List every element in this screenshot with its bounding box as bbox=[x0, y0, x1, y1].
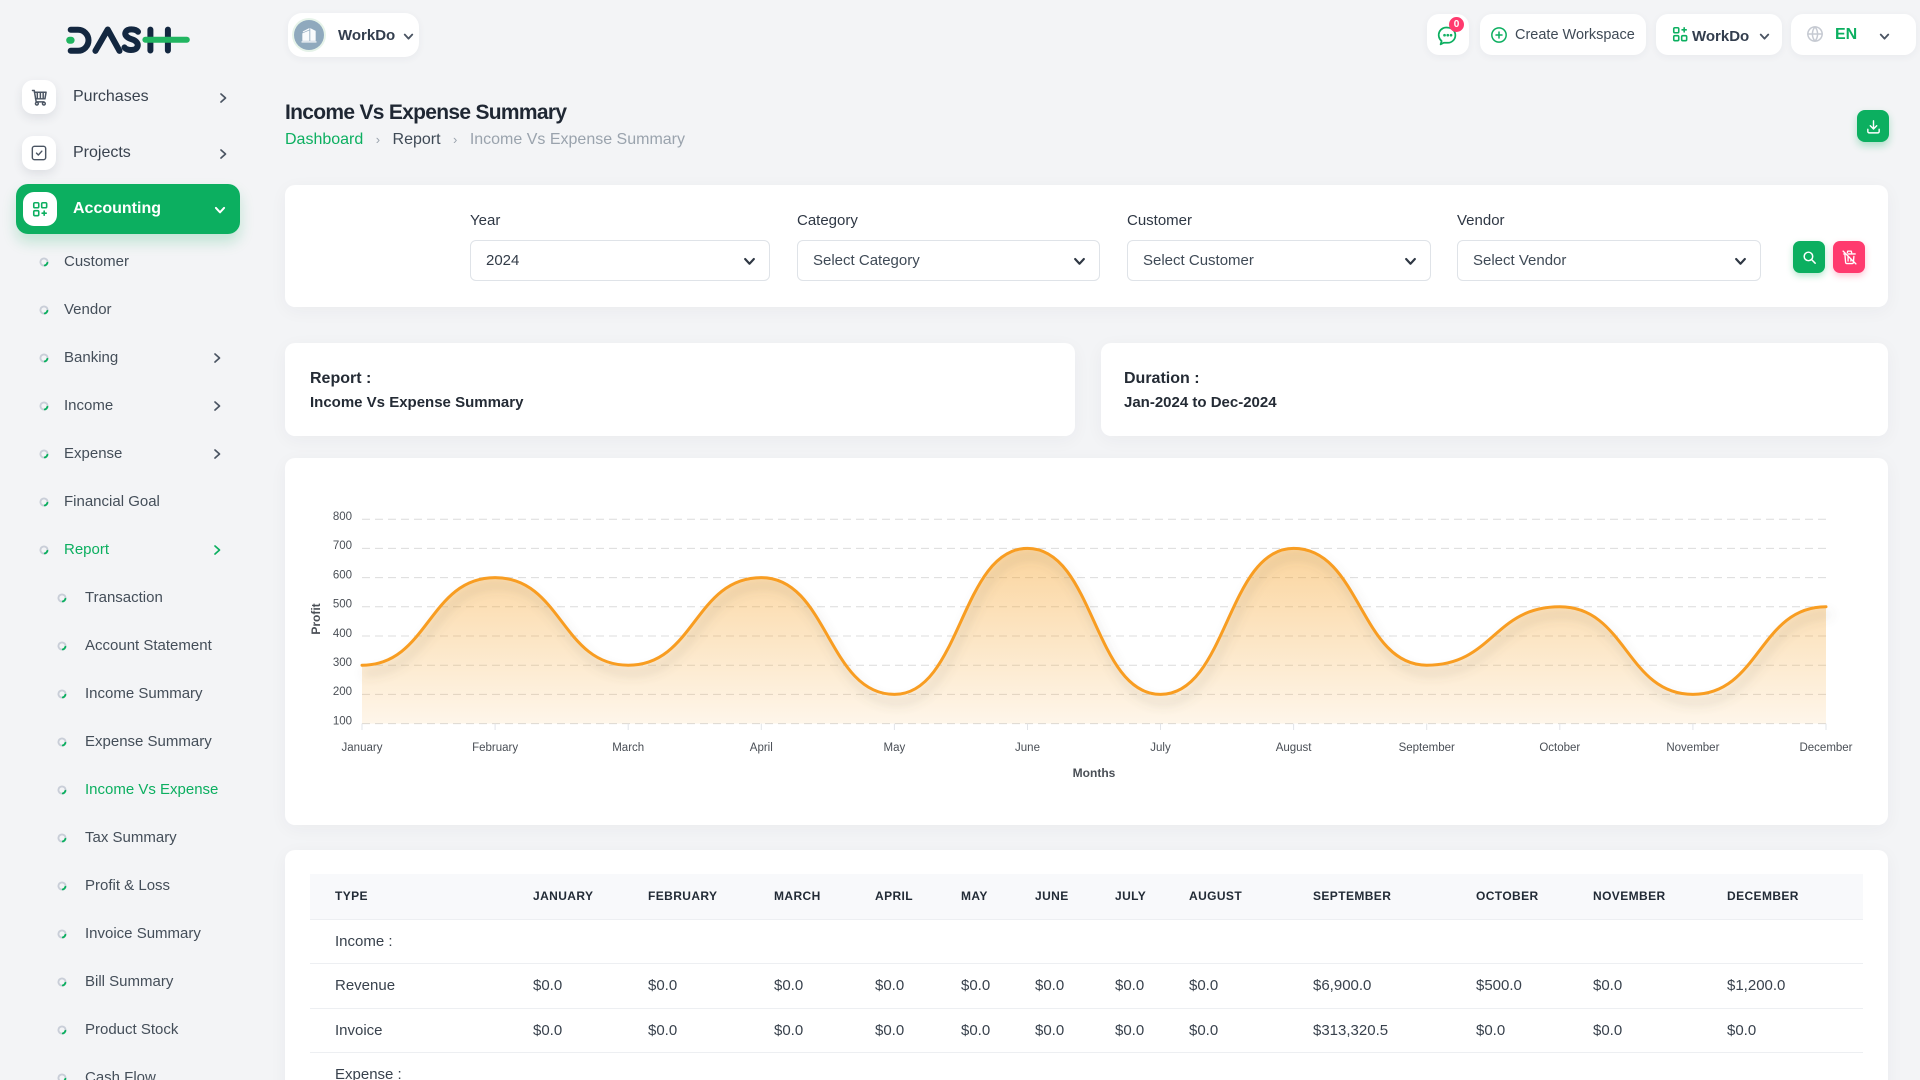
svg-text:January: January bbox=[342, 742, 383, 754]
svg-text:Months: Months bbox=[1073, 766, 1116, 780]
svg-text:June: June bbox=[1015, 742, 1040, 754]
svg-text:600: 600 bbox=[333, 569, 352, 581]
svg-text:400: 400 bbox=[333, 628, 352, 640]
svg-text:Profit: Profit bbox=[309, 603, 323, 634]
svg-text:May: May bbox=[884, 742, 906, 754]
svg-text:February: February bbox=[472, 742, 518, 754]
svg-text:500: 500 bbox=[333, 599, 352, 611]
svg-text:100: 100 bbox=[333, 715, 352, 727]
svg-text:December: December bbox=[1799, 742, 1852, 754]
svg-text:August: August bbox=[1276, 742, 1313, 754]
svg-text:200: 200 bbox=[333, 686, 352, 698]
svg-text:July: July bbox=[1150, 742, 1171, 754]
svg-text:700: 700 bbox=[333, 540, 352, 552]
svg-text:March: March bbox=[612, 742, 644, 754]
svg-text:November: November bbox=[1666, 742, 1719, 754]
svg-text:October: October bbox=[1539, 742, 1580, 754]
svg-text:April: April bbox=[750, 742, 773, 754]
svg-text:300: 300 bbox=[333, 657, 352, 669]
svg-text:September: September bbox=[1399, 742, 1455, 754]
svg-text:800: 800 bbox=[333, 511, 352, 523]
